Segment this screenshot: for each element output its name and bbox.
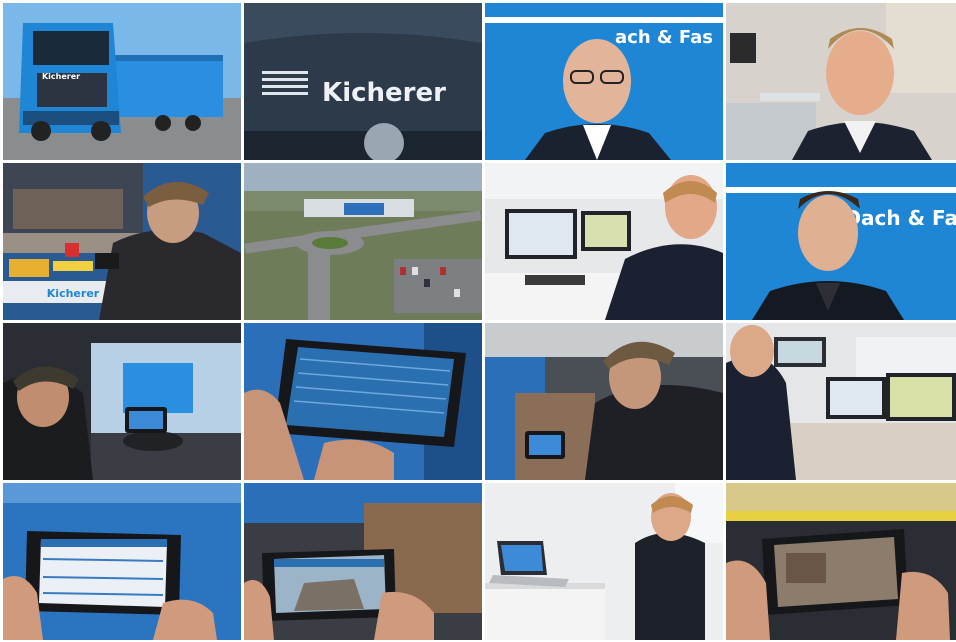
man-monitors-photo [485, 163, 723, 320]
tile-man-smiling [726, 3, 956, 160]
tablet-photo-photo [726, 483, 956, 640]
man-glasses-photo: ach & Fas [485, 3, 723, 160]
man-laptop-photo [485, 483, 723, 640]
trailer-logo-text: Kicherer [47, 287, 100, 300]
tile-man-dispatch [726, 323, 956, 480]
tile-tablet-hands [3, 483, 241, 640]
aerial-roundabout-photo [244, 163, 482, 320]
man-dispatch-photo [726, 323, 956, 480]
sign-text: ach & Fas [615, 27, 713, 48]
tile-young-man: Dach & Fa [726, 163, 956, 320]
tile-driver-cab [3, 323, 241, 480]
tile-aerial-roundabout [244, 163, 482, 320]
photo-collage: Kicherer Kicherer ach & Fas Kicherer Dac… [3, 3, 956, 640]
tile-man-laptop [485, 483, 723, 640]
driver-trailer-photo: Kicherer [3, 163, 241, 320]
tablet-list-photo [244, 323, 482, 480]
driver-cab-photo [3, 323, 241, 480]
tile-tablet-list [244, 323, 482, 480]
young-man-photo: Dach & Fa [726, 163, 956, 320]
tile-man-monitors [485, 163, 723, 320]
tile-driver-trailer: Kicherer [3, 163, 241, 320]
driver-tablet-trailer-photo [485, 323, 723, 480]
tablet-hands-photo [3, 483, 241, 640]
sign-text-dach: Dach & Fa [844, 206, 956, 230]
tile-truck-grille: Kicherer [244, 3, 482, 160]
man-smiling-photo [726, 3, 956, 160]
tile-driver-tablet-trailer [485, 323, 723, 480]
tile-truck-front: Kicherer [3, 3, 241, 160]
truck-front-photo: Kicherer [3, 3, 241, 160]
phone-cargo-photo [244, 483, 482, 640]
tile-man-glasses: ach & Fas [485, 3, 723, 160]
truck-logo-text: Kicherer [42, 72, 80, 81]
tile-phone-cargo [244, 483, 482, 640]
grille-logo-text: Kicherer [322, 78, 446, 108]
tile-tablet-photo [726, 483, 956, 640]
truck-grille-photo: Kicherer [244, 3, 482, 160]
